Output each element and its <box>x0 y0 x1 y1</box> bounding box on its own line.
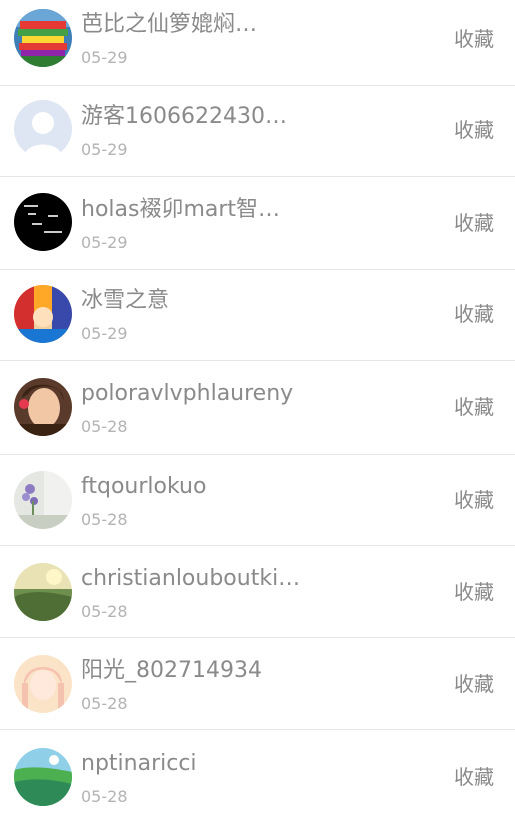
list-item[interactable]: holas裰卯mart智… 05-29 收藏 <box>0 177 515 270</box>
avatar-landscape-icon[interactable] <box>14 563 72 621</box>
avatar-black-text-icon[interactable] <box>14 193 72 251</box>
list-item[interactable]: ftqourlokuo 05-28 收藏 <box>0 455 515 546</box>
avatar-girl-portrait-icon[interactable] <box>14 378 72 436</box>
user-name: ftqourlokuo <box>81 474 207 499</box>
favorite-button[interactable]: 收藏 <box>454 302 494 326</box>
user-name: holas裰卯mart智… <box>81 197 281 222</box>
favorite-button[interactable]: 收藏 <box>454 580 494 604</box>
list-item[interactable]: 阳光_802714934 05-28 收藏 <box>0 638 515 730</box>
post-date: 05-29 <box>81 48 128 67</box>
favorite-button[interactable]: 收藏 <box>454 395 494 419</box>
list-item[interactable]: christianlouboutki… 05-28 收藏 <box>0 546 515 638</box>
avatar-coast-icon[interactable] <box>14 748 72 806</box>
post-date: 05-29 <box>81 140 128 159</box>
favorite-button[interactable]: 收藏 <box>454 118 494 142</box>
avatar-books-icon[interactable] <box>14 9 72 67</box>
favorite-button[interactable]: 收藏 <box>454 211 494 235</box>
avatar-lavender-icon[interactable] <box>14 471 72 529</box>
list-item[interactable]: poloravlvphlaureny 05-28 收藏 <box>0 361 515 455</box>
user-name: 阳光_802714934 <box>81 658 262 683</box>
post-date: 05-28 <box>81 417 128 436</box>
follower-list: 芭比之仙箩媲焖… 05-29 收藏 游客1606622430… 05-29 收藏 <box>0 0 515 821</box>
list-item[interactable]: 芭比之仙箩媲焖… 05-29 收藏 <box>0 0 515 86</box>
user-name: nptinaricci <box>81 751 197 776</box>
favorite-button[interactable]: 收藏 <box>454 27 494 51</box>
post-date: 05-28 <box>81 787 128 806</box>
post-date: 05-28 <box>81 694 128 713</box>
user-name: 芭比之仙箩媲焖… <box>81 12 258 37</box>
avatar-anime-girl-icon[interactable] <box>14 655 72 713</box>
list-item[interactable]: 冰雪之意 05-29 收藏 <box>0 270 515 361</box>
user-name: christianlouboutki… <box>81 566 301 591</box>
post-date: 05-29 <box>81 324 128 343</box>
favorite-button[interactable]: 收藏 <box>454 672 494 696</box>
post-date: 05-29 <box>81 233 128 252</box>
user-name: poloravlvphlaureny <box>81 381 294 406</box>
list-item[interactable]: 游客1606622430… 05-29 收藏 <box>0 86 515 177</box>
avatar-anime-icon[interactable] <box>14 285 72 343</box>
user-name: 游客1606622430… <box>81 104 287 129</box>
favorite-button[interactable]: 收藏 <box>454 765 494 789</box>
post-date: 05-28 <box>81 510 128 529</box>
list-item[interactable]: nptinaricci 05-28 收藏 <box>0 730 515 821</box>
avatar-default-user-icon[interactable] <box>14 100 72 158</box>
user-name: 冰雪之意 <box>81 288 170 313</box>
post-date: 05-28 <box>81 602 128 621</box>
favorite-button[interactable]: 收藏 <box>454 488 494 512</box>
